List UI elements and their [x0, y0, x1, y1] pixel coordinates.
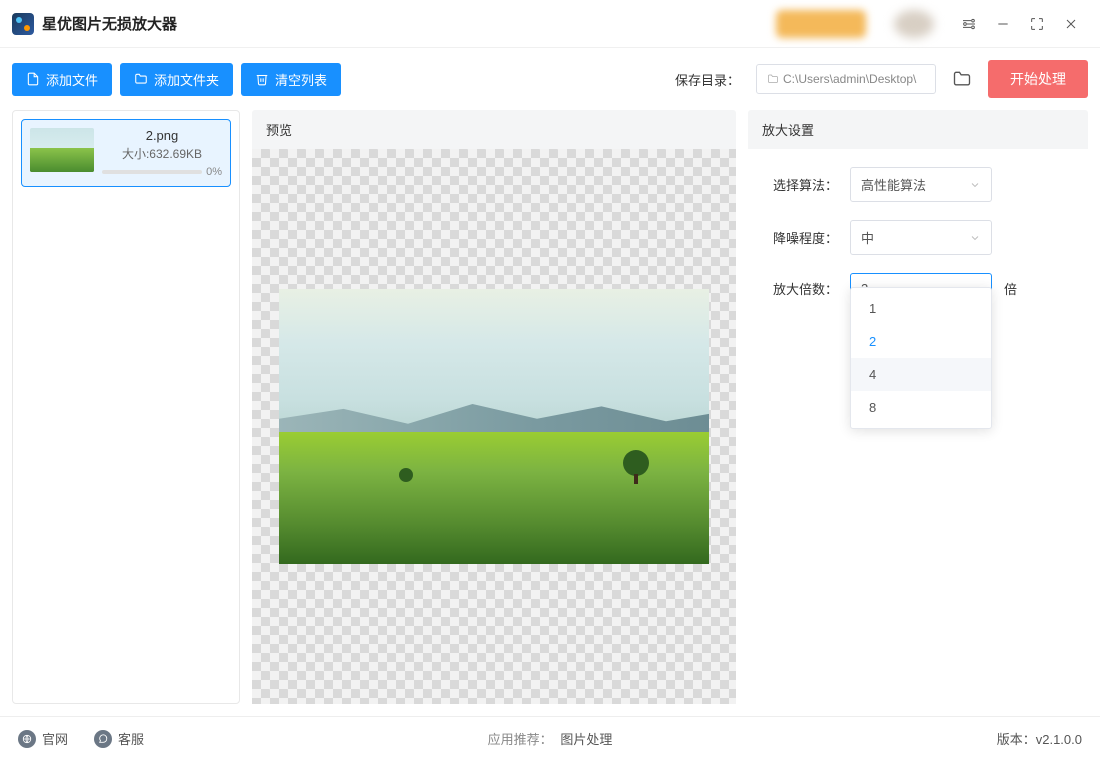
start-button[interactable]: 开始处理: [988, 60, 1088, 98]
algorithm-select[interactable]: 高性能算法: [850, 167, 992, 202]
settings-header: 放大设置: [748, 110, 1088, 149]
maximize-button[interactable]: [1020, 7, 1054, 41]
app-title: 星优图片无损放大器: [42, 13, 177, 34]
settings-panel: 放大设置 选择算法： 高性能算法 降噪程度： 中 放大倍数： 2: [748, 110, 1088, 704]
scale-option-4[interactable]: 4: [851, 358, 991, 391]
add-folder-label: 添加文件夹: [154, 70, 219, 89]
browse-folder-button[interactable]: [944, 62, 980, 96]
denoise-select[interactable]: 中: [850, 220, 992, 255]
version-label: 版本：: [997, 732, 1036, 747]
minimize-button[interactable]: [986, 7, 1020, 41]
globe-icon: [18, 730, 36, 748]
support-link[interactable]: 客服: [94, 729, 144, 748]
algorithm-value: 高性能算法: [861, 175, 926, 194]
add-file-label: 添加文件: [46, 70, 98, 89]
scale-label: 放大倍数：: [764, 279, 838, 298]
preview-header: 预览: [252, 110, 736, 149]
save-dir-input[interactable]: C:\Users\admin\Desktop\: [756, 64, 936, 94]
file-info: 2.png 大小:632.69KB 0%: [102, 128, 222, 178]
scale-option-8[interactable]: 8: [851, 391, 991, 424]
file-name: 2.png: [102, 128, 222, 143]
file-icon: [26, 72, 40, 86]
algorithm-label: 选择算法：: [764, 175, 838, 194]
folder-open-icon: [952, 69, 972, 89]
obscured-avatar: [894, 10, 934, 38]
add-folder-button[interactable]: 添加文件夹: [120, 63, 233, 96]
version-value: v2.1.0.0: [1036, 732, 1082, 747]
file-item[interactable]: 2.png 大小:632.69KB 0%: [21, 119, 231, 187]
website-label: 官网: [42, 729, 68, 748]
app-logo-icon: [12, 13, 34, 35]
preview-panel: 预览: [252, 110, 736, 704]
add-file-button[interactable]: 添加文件: [12, 63, 112, 96]
close-button[interactable]: [1054, 7, 1088, 41]
preview-canvas[interactable]: [252, 149, 736, 704]
preview-image: [279, 289, 709, 564]
main-area: 2.png 大小:632.69KB 0% 预览 放大设置 选择算法： 高性能算法: [0, 110, 1100, 716]
clear-list-label: 清空列表: [275, 70, 327, 89]
start-label: 开始处理: [1010, 69, 1066, 89]
scale-dropdown: 1 2 4 8: [850, 287, 992, 429]
version-section: 版本：v2.1.0.0: [997, 729, 1082, 748]
recommend-label: 应用推荐：: [488, 732, 553, 747]
trash-icon: [255, 72, 269, 86]
footer: 官网 客服 应用推荐： 图片处理 版本：v2.1.0.0: [0, 716, 1100, 760]
support-label: 客服: [118, 729, 144, 748]
denoise-label: 降噪程度：: [764, 228, 838, 247]
recommend-app-link[interactable]: 图片处理: [560, 732, 612, 747]
save-dir-label: 保存目录：: [675, 70, 740, 89]
folder-icon: [134, 72, 148, 86]
file-progress-bar: [102, 170, 202, 174]
file-progress-text: 0%: [206, 166, 222, 178]
recommend-section: 应用推荐： 图片处理: [488, 729, 613, 748]
chevron-down-icon: [969, 179, 981, 191]
file-thumbnail: [30, 128, 94, 172]
scale-option-2[interactable]: 2: [851, 325, 991, 358]
clear-list-button[interactable]: 清空列表: [241, 63, 341, 96]
save-dir-path: C:\Users\admin\Desktop\: [783, 72, 916, 86]
scale-suffix: 倍: [1004, 279, 1017, 298]
chevron-down-icon: [969, 232, 981, 244]
chat-icon: [94, 730, 112, 748]
denoise-row: 降噪程度： 中: [764, 220, 1072, 255]
algorithm-row: 选择算法： 高性能算法: [764, 167, 1072, 202]
title-bar: 星优图片无损放大器: [0, 0, 1100, 48]
toolbar: 添加文件 添加文件夹 清空列表 保存目录： C:\Users\admin\Des…: [0, 48, 1100, 110]
obscured-region: [776, 10, 866, 38]
denoise-value: 中: [861, 228, 874, 247]
website-link[interactable]: 官网: [18, 729, 68, 748]
scale-option-1[interactable]: 1: [851, 292, 991, 325]
settings-icon[interactable]: [952, 7, 986, 41]
file-list-panel: 2.png 大小:632.69KB 0%: [12, 110, 240, 704]
folder-small-icon: [767, 73, 779, 85]
file-size: 大小:632.69KB: [102, 145, 222, 162]
